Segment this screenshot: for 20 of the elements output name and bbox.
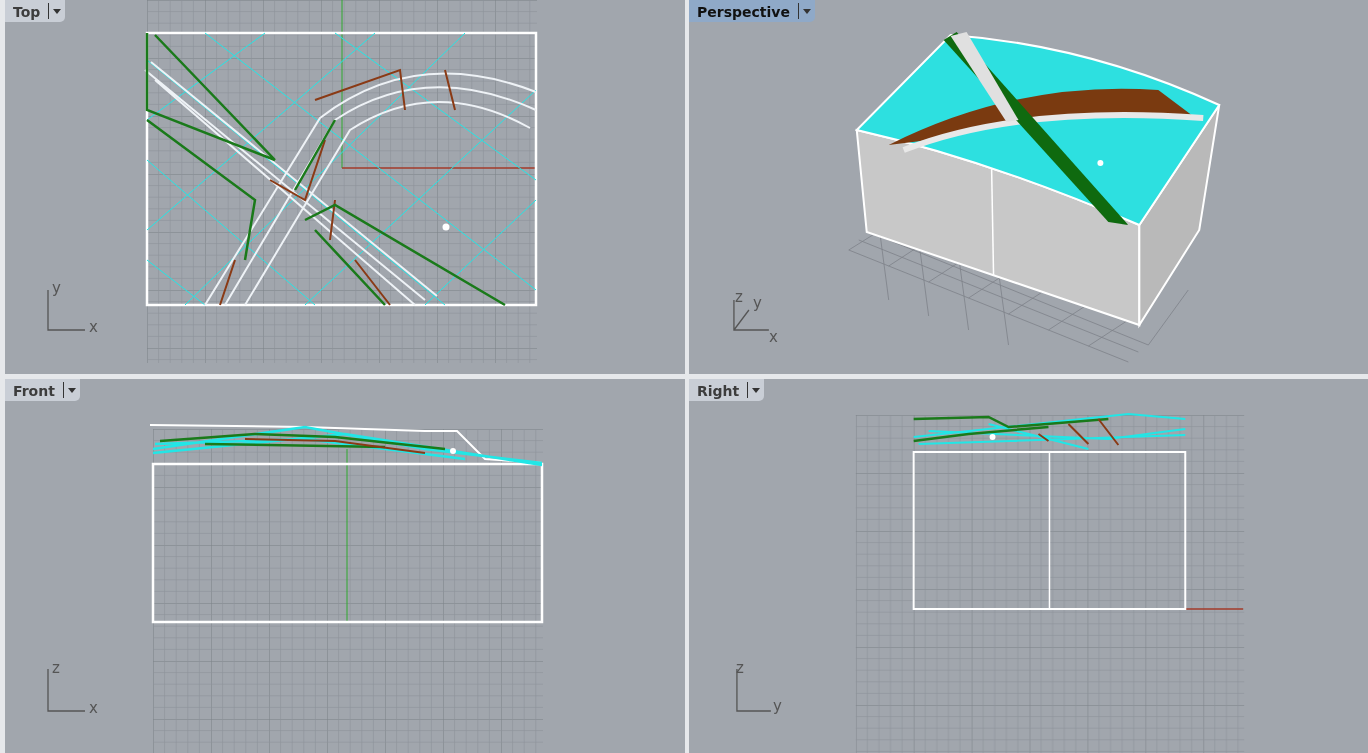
axis-label: x [89, 318, 98, 336]
viewport-tab[interactable]: Top [5, 0, 66, 22]
axis-label: z [52, 659, 60, 677]
dropdown-arrow-icon [752, 387, 761, 393]
viewport-title[interactable]: Right [689, 379, 748, 401]
axis-label: z [734, 288, 743, 306]
axis-label: x [768, 328, 778, 346]
dropdown-arrow-icon [67, 387, 76, 393]
axis-label: x [89, 699, 98, 717]
axis-label: y [752, 294, 762, 312]
y-axis-line [1184, 608, 1244, 610]
viewport-title[interactable]: Front [5, 379, 63, 401]
viewport-tab[interactable]: Front [5, 379, 80, 401]
dropdown-arrow-icon [802, 8, 811, 14]
viewport-title[interactable]: Top [5, 0, 49, 22]
axis-label: y [772, 697, 782, 715]
viewport-tab[interactable]: Right [689, 379, 765, 401]
dropdown-arrow-icon [53, 8, 62, 14]
axis-label: y [52, 279, 61, 297]
axis-label: z [735, 659, 744, 677]
